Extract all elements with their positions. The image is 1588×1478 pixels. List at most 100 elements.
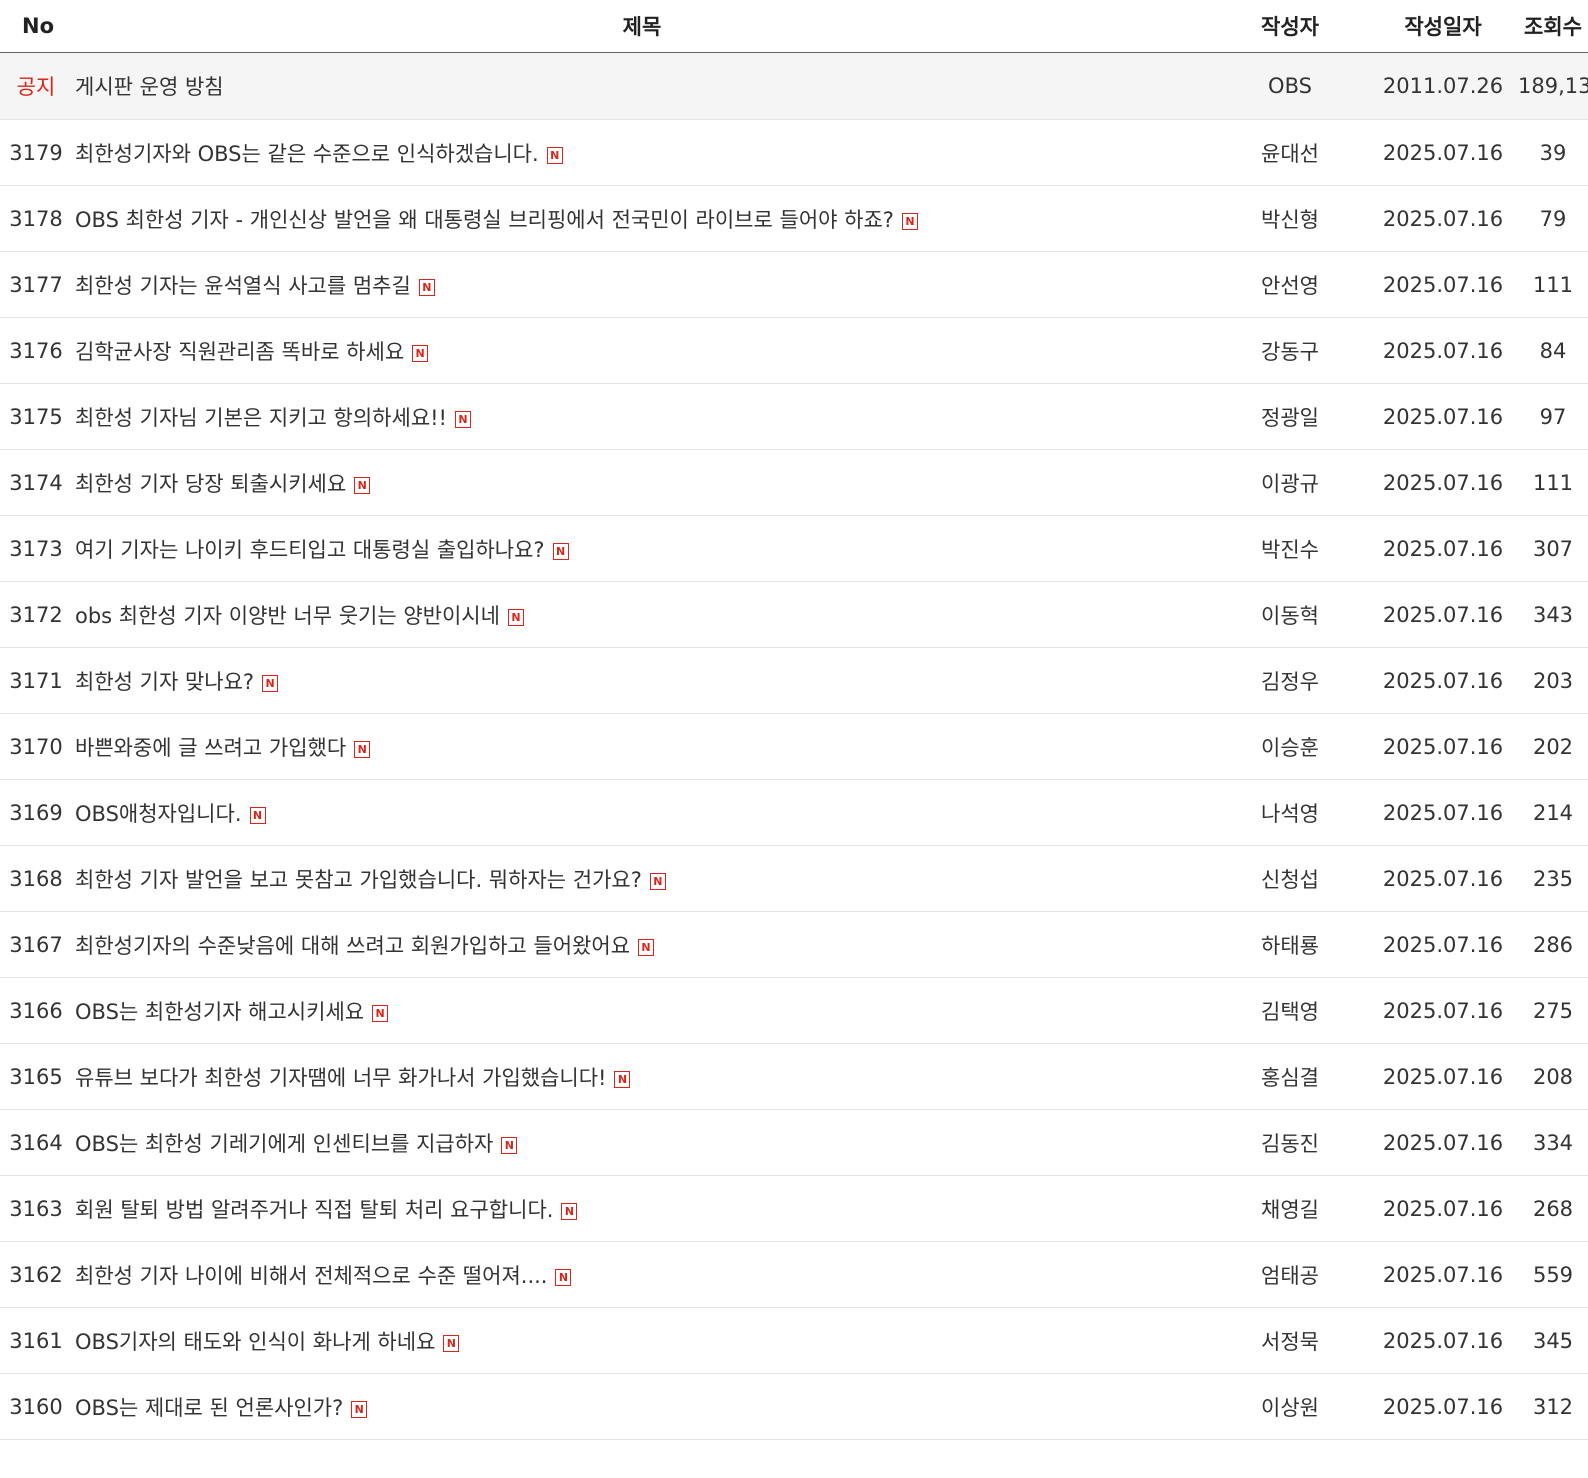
post-author: 이승훈 <box>1261 735 1319 760</box>
post-title-link[interactable]: 최한성 기자 맞나요? <box>75 670 254 694</box>
post-row[interactable]: 3179 최한성기자와 OBS는 같은 수준으로 인식하겠습니다. N 윤대선 2025… <box>0 120 1588 186</box>
post-title-link[interactable]: 최한성기자의 수준낮음에 대해 쓰려고 회원가입하고 들어왔어요 <box>75 934 630 958</box>
post-row[interactable]: 3171 최한성 기자 맞나요? N 김정우 2025.07.16 203 <box>0 648 1588 714</box>
post-title-link[interactable]: OBS기자의 태도와 인식이 화나게 하네요 <box>75 1330 435 1354</box>
post-title-cell: OBS기자의 태도와 인식이 화나게 하네요 N <box>72 1308 1212 1374</box>
post-row[interactable]: 3160 OBS는 제대로 된 언론사인가? N 이상원 2025.07.16 312 <box>0 1374 1588 1440</box>
post-row[interactable]: 3175 최한성 기자님 기본은 지키고 항의하세요!! N 정광일 2025.07.1… <box>0 384 1588 450</box>
header-date: 작성일자 <box>1368 0 1518 53</box>
new-post-icon: N <box>262 675 279 692</box>
post-author: 박신형 <box>1261 207 1319 232</box>
post-date: 2025.07.16 <box>1382 470 1504 495</box>
post-author: 박진수 <box>1261 537 1319 562</box>
post-row[interactable]: 3177 최한성 기자는 윤석열식 사고를 멈추길 N 안선영 2025.07.16 11… <box>0 252 1588 318</box>
post-views: 307 <box>1532 536 1574 561</box>
post-number: 3174 <box>9 470 63 495</box>
post-row[interactable]: 3170 바쁜와중에 글 쓰려고 가입했다 N 이승훈 2025.07.16 202 <box>0 714 1588 780</box>
post-views: 559 <box>1532 1262 1574 1287</box>
post-row[interactable]: 3167 최한성기자의 수준낮음에 대해 쓰려고 회원가입하고 들어왔어요 N 하태룡… <box>0 912 1588 978</box>
new-post-icon: N <box>638 939 655 956</box>
post-number: 3163 <box>9 1196 63 1221</box>
post-title-link[interactable]: 김학균사장 직원관리좀 똑바로 하세요 <box>75 340 404 364</box>
board-body: 공지 게시판 운영 방침 OBS 2011.07.26 189,136 3179… <box>0 52 1588 1440</box>
post-title-link[interactable]: 최한성기자와 OBS는 같은 수준으로 인식하겠습니다. <box>75 142 539 166</box>
notice-row[interactable]: 공지 게시판 운영 방침 OBS 2011.07.26 189,136 <box>0 52 1588 120</box>
post-date: 2025.07.16 <box>1382 668 1504 693</box>
post-title-link[interactable]: OBS 최한성 기자 - 개인신상 발언을 왜 대통령실 브리핑에서 전국민이 … <box>75 208 894 232</box>
post-number: 3165 <box>9 1064 63 1089</box>
post-views: 334 <box>1532 1130 1574 1155</box>
post-title-link[interactable]: 여기 기자는 나이키 후드티입고 대통령실 출입하나요? <box>75 538 545 562</box>
new-post-icon: N <box>614 1071 631 1088</box>
post-row[interactable]: 3169 OBS애청자입니다. N 나석영 2025.07.16 214 <box>0 780 1588 846</box>
header-author: 작성자 <box>1212 0 1368 53</box>
post-number: 3168 <box>9 866 63 891</box>
post-number: 3170 <box>9 734 63 759</box>
new-post-icon: N <box>501 1137 518 1154</box>
post-row[interactable]: 3176 김학균사장 직원관리좀 똑바로 하세요 N 강동구 2025.07.16 84 <box>0 318 1588 384</box>
post-date: 2025.07.16 <box>1382 866 1504 891</box>
post-views: 214 <box>1532 800 1574 825</box>
post-row[interactable]: 3161 OBS기자의 태도와 인식이 화나게 하네요 N 서정묵 2025.07.16… <box>0 1308 1588 1374</box>
new-post-icon: N <box>443 1335 460 1352</box>
post-author: 나석영 <box>1261 801 1319 826</box>
post-row[interactable]: 3163 회원 탈퇴 방법 알려주거나 직접 탈퇴 처리 요구합니다. N 채영길 20… <box>0 1176 1588 1242</box>
post-title-link[interactable]: 바쁜와중에 글 쓰려고 가입했다 <box>75 736 346 760</box>
post-views: 97 <box>1539 404 1567 429</box>
notice-date: 2011.07.26 <box>1382 74 1504 98</box>
post-row[interactable]: 3164 OBS는 최한성 기레기에게 인센티브를 지급하자 N 김동진 2025.07… <box>0 1110 1588 1176</box>
post-row[interactable]: 3166 OBS는 최한성기자 해고시키세요 N 김택영 2025.07.16 275 <box>0 978 1588 1044</box>
post-number: 3161 <box>9 1328 63 1353</box>
notice-title-cell: 게시판 운영 방침 <box>72 53 1212 120</box>
post-views: 84 <box>1539 338 1567 363</box>
post-row[interactable]: 3178 OBS 최한성 기자 - 개인신상 발언을 왜 대통령실 브리핑에서 전… <box>0 186 1588 252</box>
post-number: 3162 <box>9 1262 63 1287</box>
post-title-link[interactable]: 최한성 기자 발언을 보고 못참고 가입했습니다. 뭐하자는 건가요? <box>75 868 642 892</box>
new-post-icon: N <box>454 411 471 428</box>
post-title-cell: 최한성 기자 발언을 보고 못참고 가입했습니다. 뭐하자는 건가요? N <box>72 846 1212 912</box>
post-title-link[interactable]: 유튜브 보다가 최한성 기자땜에 너무 화가나서 가입했습니다! <box>75 1066 606 1090</box>
post-author: 홍심결 <box>1261 1065 1319 1090</box>
post-views: 208 <box>1532 1064 1574 1089</box>
post-date: 2025.07.16 <box>1382 734 1504 759</box>
post-views: 39 <box>1539 140 1567 165</box>
post-row[interactable]: 3168 최한성 기자 발언을 보고 못참고 가입했습니다. 뭐하자는 건가요? N… <box>0 846 1588 912</box>
post-title-link[interactable]: 최한성 기자님 기본은 지키고 항의하세요!! <box>75 406 447 430</box>
post-number: 3167 <box>9 932 63 957</box>
post-author: 김택영 <box>1261 999 1319 1024</box>
post-row[interactable]: 3172 obs 최한성 기자 이양반 너무 웃기는 양반이시네 N 이동혁 2025.… <box>0 582 1588 648</box>
post-views: 111 <box>1532 272 1574 297</box>
new-post-icon: N <box>372 1005 389 1022</box>
post-date: 2025.07.16 <box>1382 140 1504 165</box>
post-title-link[interactable]: 최한성 기자는 윤석열식 사고를 멈추길 <box>75 274 411 298</box>
post-title-cell: OBS는 제대로 된 언론사인가? N <box>72 1374 1212 1440</box>
post-author: 엄태공 <box>1261 1263 1319 1288</box>
post-number: 3175 <box>9 404 63 429</box>
post-row[interactable]: 3162 최한성 기자 나이에 비해서 전체적으로 수준 떨어져.... N 엄태공 2… <box>0 1242 1588 1308</box>
post-title-link[interactable]: OBS는 제대로 된 언론사인가? <box>75 1396 343 1420</box>
notice-title-link[interactable]: 게시판 운영 방침 <box>75 75 224 99</box>
post-title-link[interactable]: OBS애청자입니다. <box>75 802 242 826</box>
post-title-link[interactable]: obs 최한성 기자 이양반 너무 웃기는 양반이시네 <box>75 604 500 628</box>
post-title-cell: 회원 탈퇴 방법 알려주거나 직접 탈퇴 처리 요구합니다. N <box>72 1176 1212 1242</box>
new-post-icon: N <box>351 1401 368 1418</box>
post-title-cell: 최한성 기자는 윤석열식 사고를 멈추길 N <box>72 252 1212 318</box>
post-views: 235 <box>1532 866 1574 891</box>
post-views: 111 <box>1532 470 1574 495</box>
post-title-link[interactable]: 최한성 기자 당장 퇴출시키세요 <box>75 472 346 496</box>
post-title-link[interactable]: 최한성 기자 나이에 비해서 전체적으로 수준 떨어져.... <box>75 1264 547 1288</box>
post-title-cell: 여기 기자는 나이키 후드티입고 대통령실 출입하나요? N <box>72 516 1212 582</box>
post-title-cell: 최한성기자의 수준낮음에 대해 쓰려고 회원가입하고 들어왔어요 N <box>72 912 1212 978</box>
post-row[interactable]: 3174 최한성 기자 당장 퇴출시키세요 N 이광규 2025.07.16 111 <box>0 450 1588 516</box>
post-title-link[interactable]: OBS는 최한성 기레기에게 인센티브를 지급하자 <box>75 1132 493 1156</box>
post-date: 2025.07.16 <box>1382 1394 1504 1419</box>
post-row[interactable]: 3165 유튜브 보다가 최한성 기자땜에 너무 화가나서 가입했습니다! N 홍심결… <box>0 1044 1588 1110</box>
post-title-link[interactable]: OBS는 최한성기자 해고시키세요 <box>75 1000 364 1024</box>
post-number: 3178 <box>9 206 63 231</box>
post-author: 하태룡 <box>1261 933 1319 958</box>
post-views: 268 <box>1532 1196 1574 1221</box>
post-row[interactable]: 3173 여기 기자는 나이키 후드티입고 대통령실 출입하나요? N 박진수 2025… <box>0 516 1588 582</box>
post-title-link[interactable]: 회원 탈퇴 방법 알려주거나 직접 탈퇴 처리 요구합니다. <box>75 1198 553 1222</box>
new-post-icon: N <box>354 477 371 494</box>
notice-author: OBS <box>1268 74 1312 98</box>
